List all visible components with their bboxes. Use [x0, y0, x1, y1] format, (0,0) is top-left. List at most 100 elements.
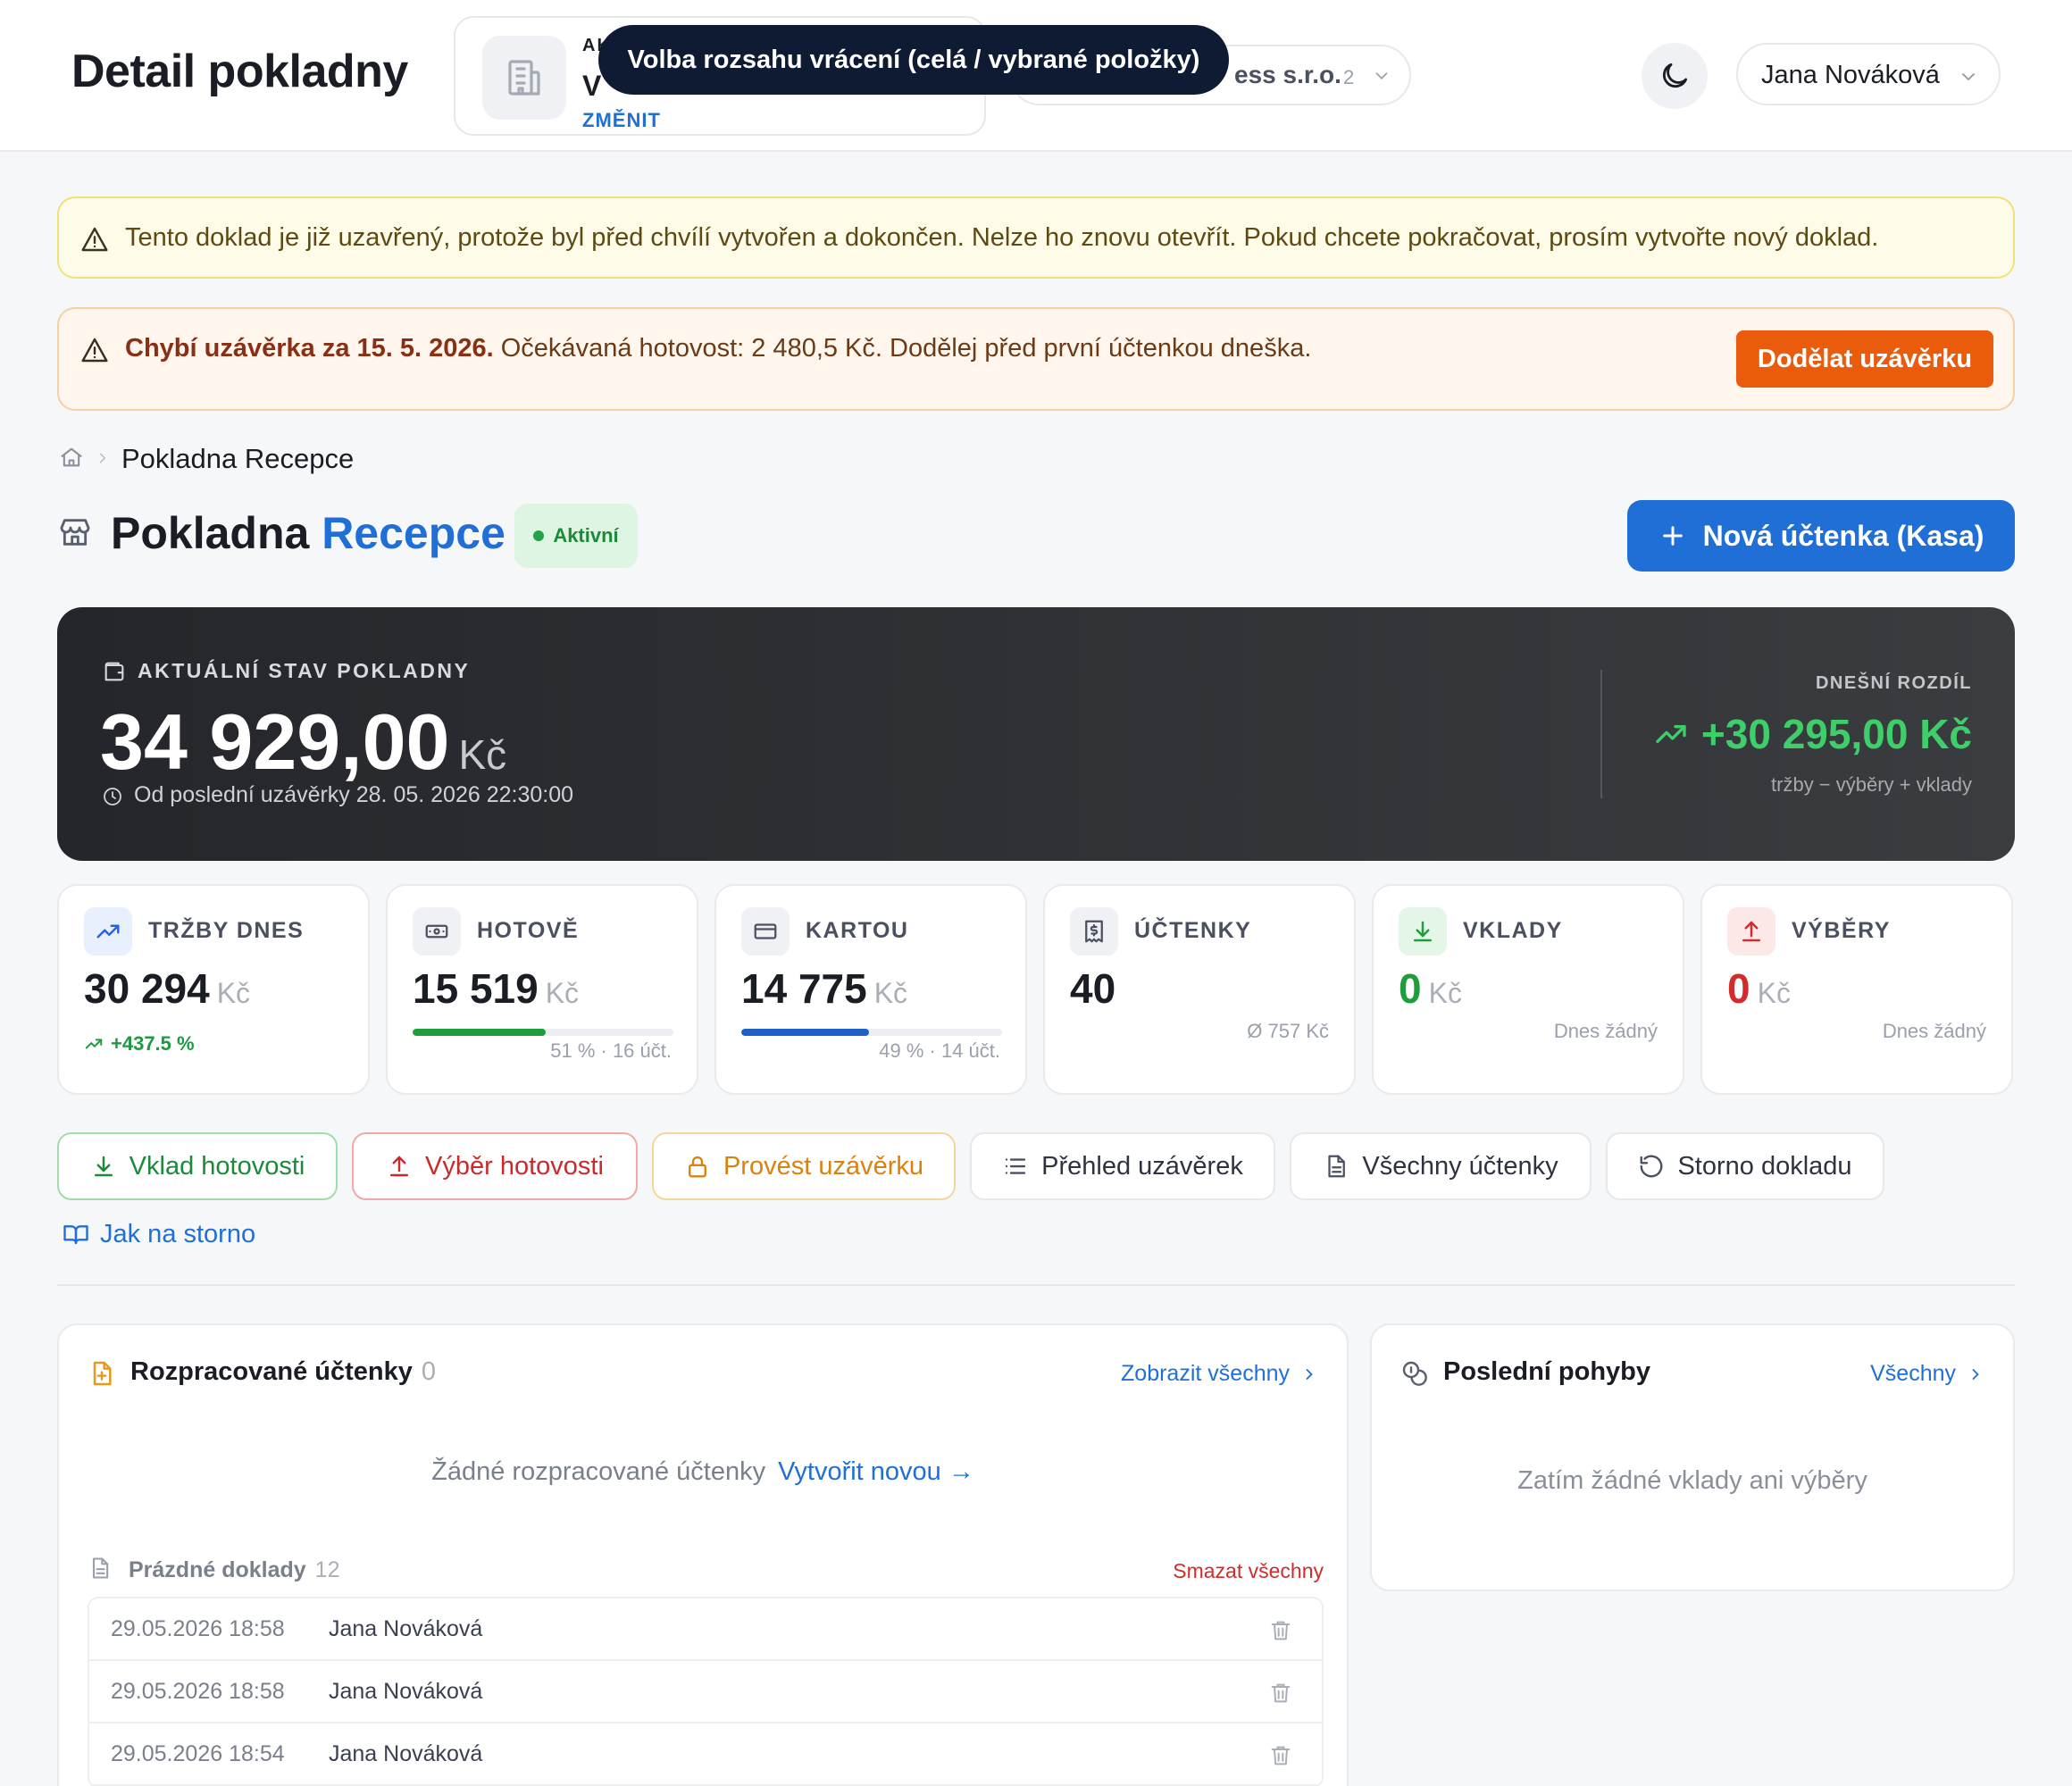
delete-all-empty-button[interactable]: Smazat všechny — [1173, 1559, 1324, 1583]
draft-receipts-title: Rozpracované účtenky 0 — [130, 1357, 436, 1387]
user-menu[interactable]: Jana Nováková — [1736, 43, 2001, 105]
stat-value: 0 Kč — [1399, 964, 1462, 1013]
list-item[interactable]: 29.05.2026 18:58 Jana Nováková — [89, 1598, 1322, 1661]
trending-up-icon — [1653, 716, 1689, 752]
arrow-down-icon — [1399, 907, 1447, 956]
show-all-drafts-link[interactable]: Zobrazit všechny — [1121, 1361, 1318, 1387]
cash-share-bar — [413, 1029, 673, 1036]
stat-card-cash: HOTOVĚ 15 519 Kč 51 % · 16 účt. — [386, 884, 698, 1095]
lock-icon — [684, 1153, 711, 1180]
stat-value: 0 Kč — [1727, 964, 1791, 1013]
document-user: Jana Nováková — [329, 1741, 483, 1766]
cash-share-fill — [413, 1029, 546, 1036]
chevron-right-icon — [95, 450, 111, 466]
warning-icon — [80, 336, 109, 364]
create-new-receipt-link[interactable]: Vytvořit novou → — [778, 1457, 974, 1486]
deposit-cash-button[interactable]: Vklad hotovosti — [57, 1132, 338, 1200]
storno-button[interactable]: Storno dokladu — [1606, 1132, 1884, 1200]
clock-icon — [102, 786, 123, 807]
trash-icon[interactable] — [1268, 1618, 1293, 1643]
receipt-icon — [1070, 907, 1118, 956]
closings-overview-button[interactable]: Přehled uzávěrek — [970, 1132, 1275, 1200]
finish-closing-button[interactable]: Dodělat uzávěrku — [1736, 330, 1993, 388]
list-item[interactable]: 29.05.2026 18:58 Jana Nováková — [89, 1661, 1322, 1723]
recent-movements-panel: Poslední pohyby Všechny Zatím žádné vkla… — [1370, 1323, 2015, 1591]
recent-movements-empty: Zatím žádné vklady ani výběry — [1517, 1466, 1867, 1495]
stat-number: 15 519 — [413, 965, 539, 1012]
warning-icon — [80, 225, 109, 254]
stat-number: 14 775 — [741, 965, 867, 1012]
all-receipts-label: Všechny účtenky — [1362, 1151, 1558, 1181]
stat-currency: Kč — [873, 977, 908, 1009]
stat-note: Ø 757 Kč — [1247, 1020, 1329, 1042]
balance-card: AKTUÁLNÍ STAV POKLADNY 34 929,00 Kč Od po… — [57, 607, 2015, 861]
balance-label: AKTUÁLNÍ STAV POKLADNY — [138, 659, 471, 682]
stat-label: KARTOU — [806, 918, 909, 943]
all-movements-link[interactable]: Všechny — [1870, 1361, 1984, 1387]
stat-card-deposits: VKLADY 0 Kč Dnes žádný — [1372, 884, 1684, 1095]
trash-icon[interactable] — [1268, 1743, 1293, 1768]
building-icon — [482, 36, 566, 120]
trending-up-icon — [84, 1034, 104, 1054]
file-pending-icon — [88, 1359, 116, 1388]
balance-amount: 34 929,00 Kč — [100, 697, 506, 788]
list-item[interactable]: 29.05.2026 18:54 Jana Nováková — [89, 1723, 1322, 1786]
trash-icon[interactable] — [1268, 1681, 1293, 1706]
stat-card-revenue: TRŽBY DNES 30 294 Kč +437.5 % — [57, 884, 370, 1095]
stat-currency: Kč — [216, 977, 251, 1009]
register-title-main: Pokladna — [111, 508, 310, 558]
document-date: 29.05.2026 18:58 — [111, 1679, 285, 1704]
theme-toggle-button[interactable] — [1642, 43, 1708, 109]
stat-value: 15 519 Kč — [413, 964, 579, 1013]
storno-howto-link[interactable]: Jak na storno — [63, 1218, 255, 1250]
stat-note: 51 % · 16 účt. — [550, 1039, 672, 1062]
rotate-ccw-icon — [1638, 1153, 1665, 1180]
stat-currency: Kč — [1428, 977, 1462, 1009]
draft-empty-text: Žádné rozpracované účtenky — [431, 1457, 766, 1486]
register-title: Pokladna Recepce — [111, 507, 505, 559]
status-dot — [533, 530, 545, 541]
empty-documents-list: 29.05.2026 18:58 Jana Nováková 29.05.202… — [88, 1597, 1324, 1786]
status-label: Aktivní — [553, 524, 619, 547]
new-receipt-label: Nová účtenka (Kasa) — [1702, 519, 1984, 552]
page-title: Detail pokladny — [71, 46, 408, 97]
chevron-down-icon — [1958, 66, 1979, 88]
change-company-link[interactable]: ZMĚNIT — [582, 109, 661, 132]
stat-trend-value: +437.5 % — [111, 1032, 195, 1055]
all-receipts-button[interactable]: Všechny účtenky — [1290, 1132, 1592, 1200]
new-receipt-button[interactable]: Nová účtenka (Kasa) — [1627, 500, 2015, 572]
card-share-fill — [741, 1029, 870, 1036]
withdraw-cash-label: Výběr hotovosti — [425, 1151, 604, 1181]
draft-receipts-count: 0 — [421, 1357, 437, 1386]
stat-note: Dnes žádný — [1553, 1020, 1658, 1042]
perform-closing-button[interactable]: Provést uzávěrku — [652, 1132, 956, 1200]
empty-documents-count: 12 — [314, 1557, 340, 1582]
storno-howto-label: Jak na storno — [100, 1219, 256, 1248]
arrow-up-icon — [1727, 907, 1775, 956]
stat-label: ÚČTENKY — [1134, 918, 1252, 943]
stat-number: 0 — [1399, 965, 1422, 1012]
daily-diff-value: +30 295,00 Kč — [1700, 711, 1972, 757]
draft-receipts-panel: Rozpracované účtenky 0 Zobrazit všechny Ž… — [57, 1323, 1349, 1786]
moon-icon — [1658, 59, 1692, 93]
stat-label: HOTOVĚ — [477, 918, 580, 943]
home-icon[interactable] — [59, 445, 84, 470]
draft-receipts-title-text: Rozpracované účtenky — [130, 1357, 413, 1386]
document-date: 29.05.2026 18:54 — [111, 1741, 285, 1766]
stat-currency: Kč — [545, 977, 580, 1009]
deposit-cash-label: Vklad hotovosti — [129, 1151, 305, 1181]
file-text-icon — [1323, 1153, 1349, 1180]
closed-document-alert: Tento doklad je již uzavřený, protože by… — [57, 196, 2015, 279]
stat-value: 30 294 Kč — [84, 964, 250, 1013]
daily-diff-label: DNEŠNÍ ROZDÍL — [1815, 673, 1972, 693]
plus-icon — [1658, 522, 1687, 550]
credit-card-icon — [741, 907, 790, 956]
status-badge: Aktivní — [514, 504, 638, 568]
company-select-value: ess s.r.o. — [1234, 61, 1341, 88]
recent-movements-title: Poslední pohyby — [1443, 1357, 1651, 1386]
banknote-icon — [413, 907, 461, 956]
stat-number: 40 — [1070, 965, 1116, 1012]
refund-scope-tooltip: Volba rozsahu vrácení (celá / vybrané po… — [598, 25, 1229, 95]
closed-document-text: Tento doklad je již uzavřený, protože by… — [125, 223, 1879, 252]
withdraw-cash-button[interactable]: Výběr hotovosti — [352, 1132, 638, 1200]
